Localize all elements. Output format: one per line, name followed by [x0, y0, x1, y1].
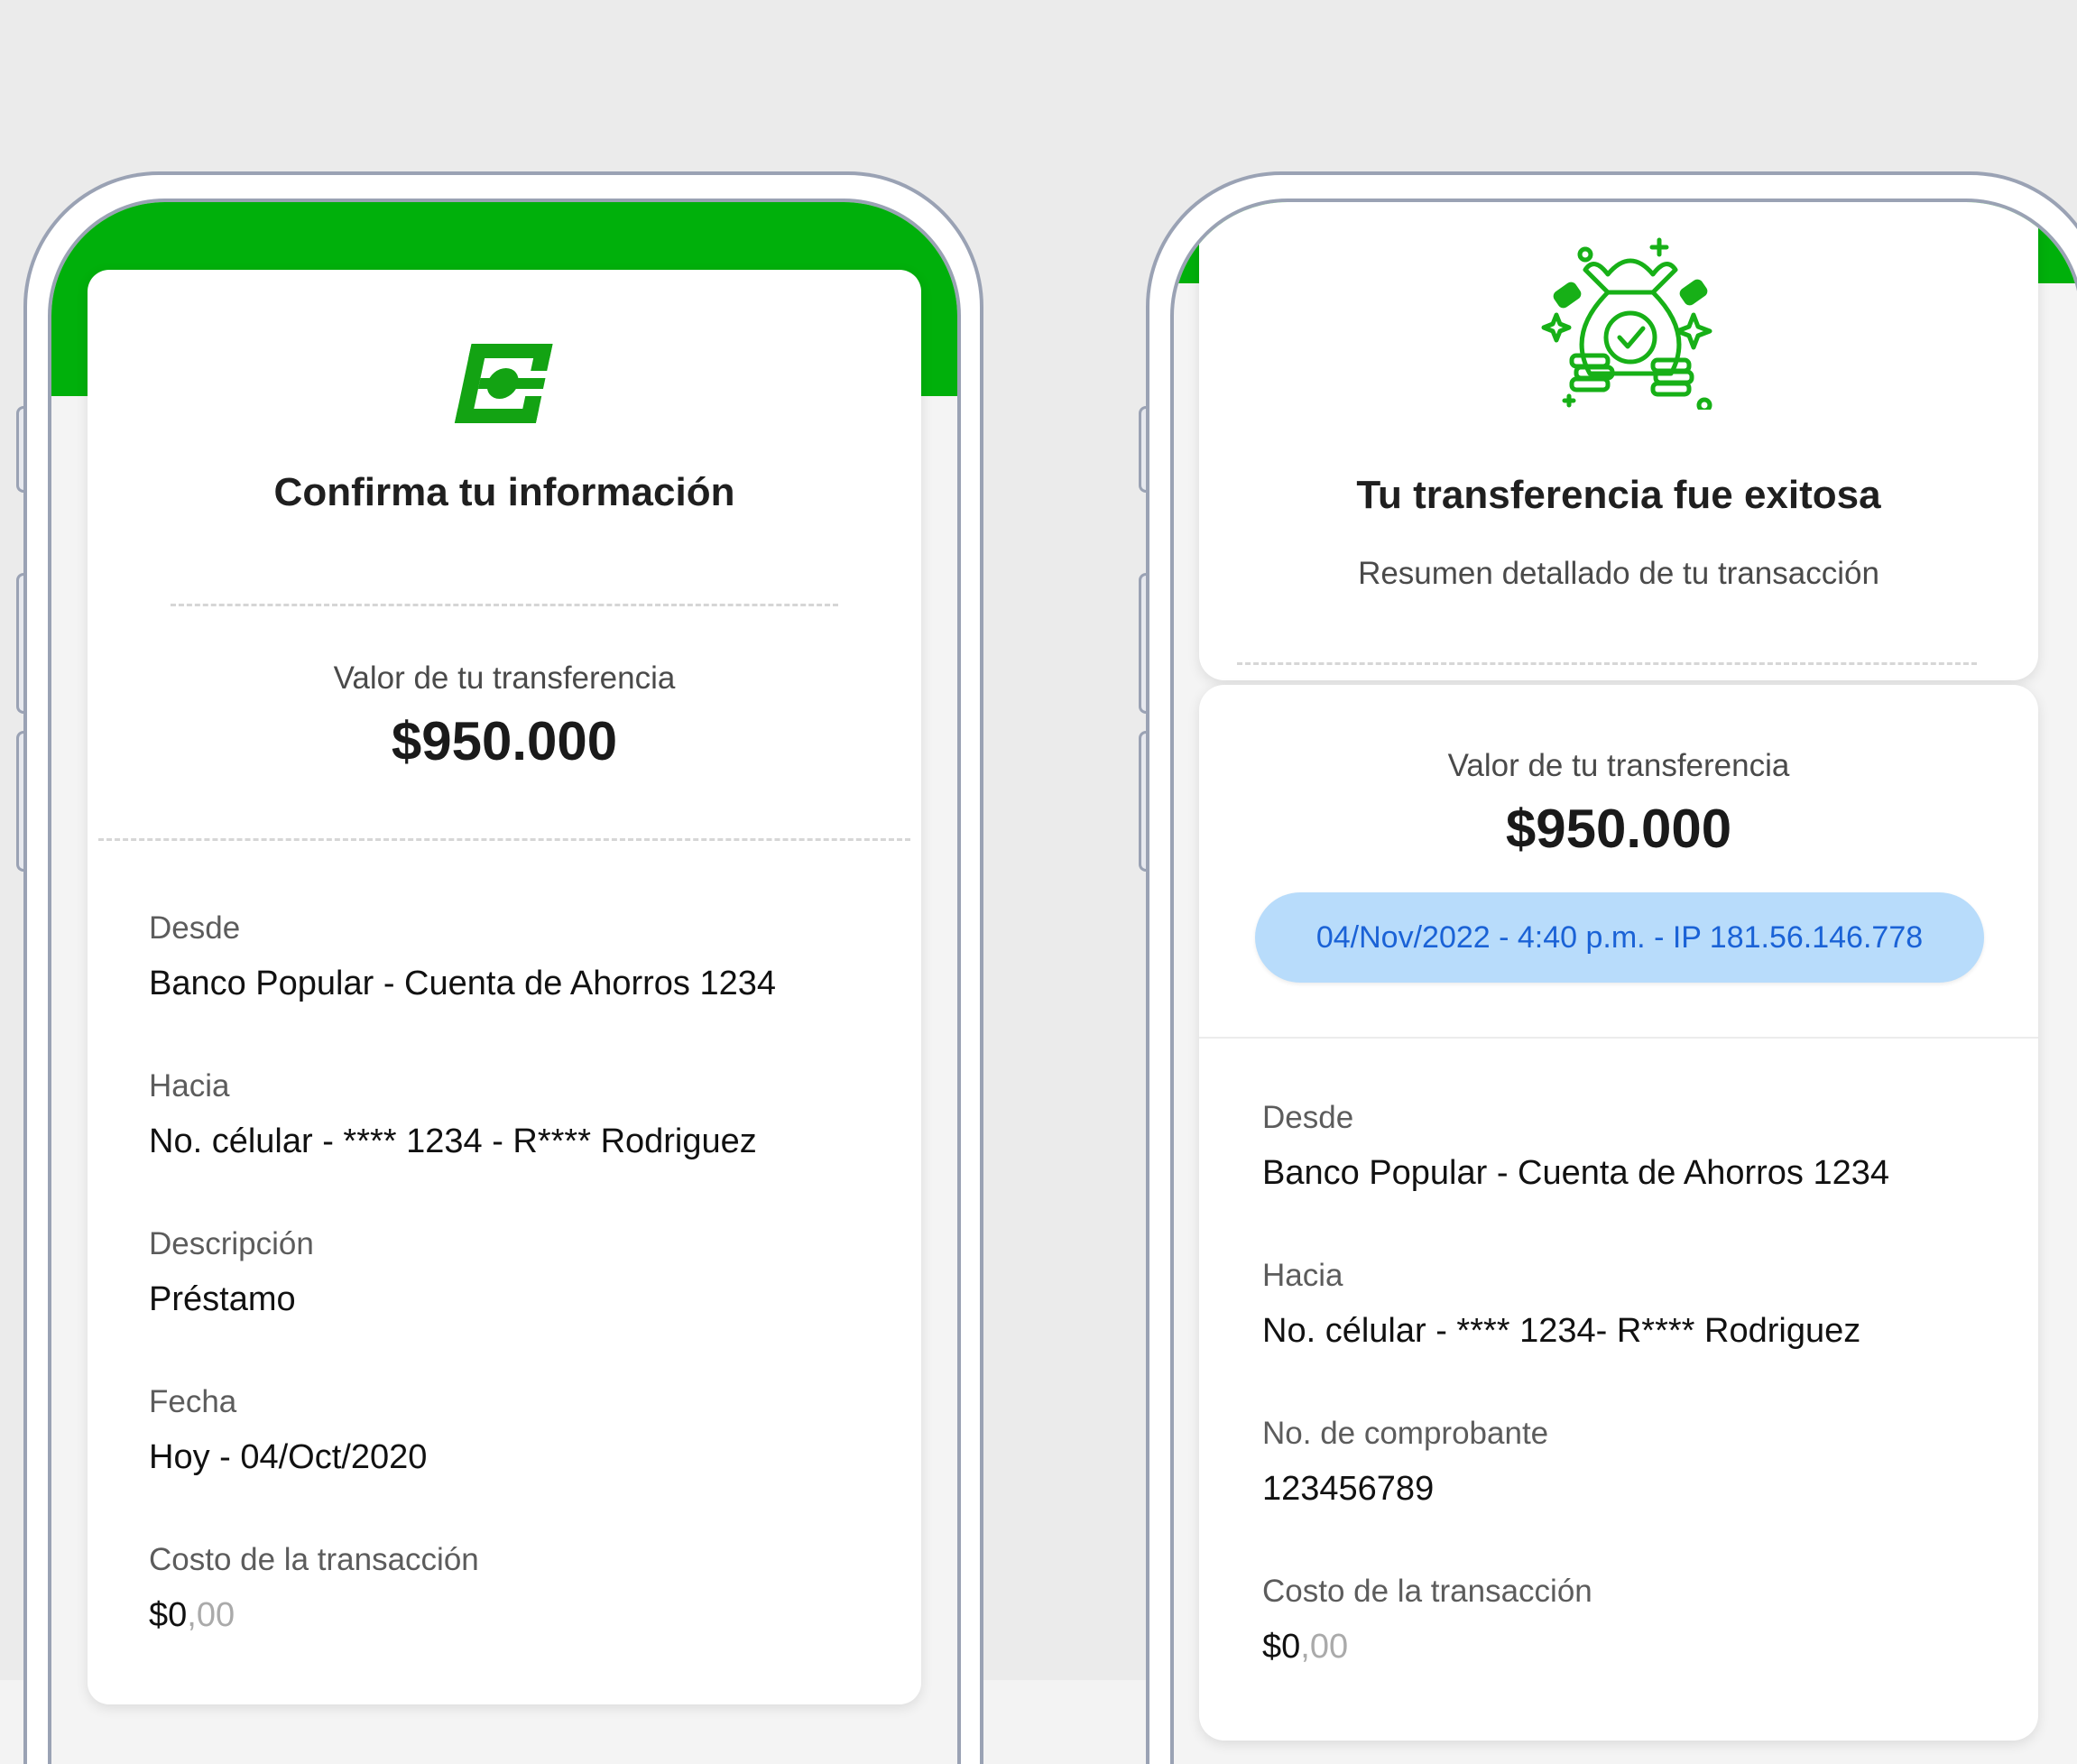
field-label-to: Hacia [1262, 1258, 1343, 1293]
field-label-description: Descripción [149, 1226, 314, 1261]
transfer-amount: $950.000 [1505, 799, 1732, 859]
success-summary-card: Tu transferencia fue exitosa Resumen det… [1199, 202, 2038, 680]
page-title: Tu transferencia fue exitosa [1356, 473, 1881, 517]
field-value-from: Banco Popular - Cuenta de Ahorros 1234 [149, 965, 777, 1002]
field-value-from: Banco Popular - Cuenta de Ahorros 1234 [1262, 1154, 1890, 1192]
page-subtitle: Resumen detallado de tu transacción [1358, 556, 1879, 591]
divider [98, 838, 910, 841]
field-label-from: Desde [149, 910, 241, 946]
amount-label: Valor de tu transferencia [1447, 748, 1790, 783]
field-value-to: No. célular - **** 1234- R**** Rodriguez [1262, 1312, 1861, 1350]
field-label-from: Desde [1262, 1100, 1354, 1135]
field-value-description: Préstamo [149, 1280, 296, 1318]
field-label-to: Hacia [149, 1068, 230, 1104]
money-bag-check-icon [1540, 229, 1721, 413]
transfer-amount: $950.000 [391, 711, 618, 771]
field-label-cost: Costo de la transacción [149, 1542, 479, 1577]
divider [1237, 662, 1977, 665]
transaction-meta-badge: 04/Nov/2022 - 4:40 p.m. - IP 181.56.146.… [1255, 892, 1984, 983]
cost-decimals: ,00 [1300, 1628, 1349, 1666]
field-value-to: No. célular - **** 1234 - R**** Rodrigue… [149, 1122, 757, 1160]
field-label-receipt: No. de comprobante [1262, 1416, 1549, 1451]
field-label-date: Fecha [149, 1384, 237, 1419]
amount-label: Valor de tu transferencia [333, 660, 676, 696]
field-label-cost: Costo de la transacción [1262, 1574, 1592, 1609]
field-value-date: Hoy - 04/Oct/2020 [149, 1438, 428, 1476]
success-screen: Tu transferencia fue exitosa Resumen det… [1170, 199, 2077, 1764]
success-details-card: Valor de tu transferencia $950.000 04/No… [1199, 685, 2038, 1741]
divider [171, 604, 838, 606]
bank-logo-icon [450, 342, 555, 425]
divider [1199, 1037, 2038, 1039]
cost-main: $0 [1262, 1628, 1301, 1666]
field-value-cost: $0,00 [149, 1596, 235, 1635]
page-title: Confirma tu información [273, 470, 735, 514]
cost-main: $0 [149, 1596, 188, 1634]
field-value-cost: $0,00 [1262, 1628, 1348, 1667]
cost-decimals: ,00 [187, 1596, 235, 1634]
field-value-receipt: 123456789 [1262, 1470, 1435, 1508]
confirm-card: Confirma tu información Valor de tu tran… [88, 270, 921, 1704]
confirm-screen: Confirma tu información Valor de tu tran… [48, 199, 961, 1764]
